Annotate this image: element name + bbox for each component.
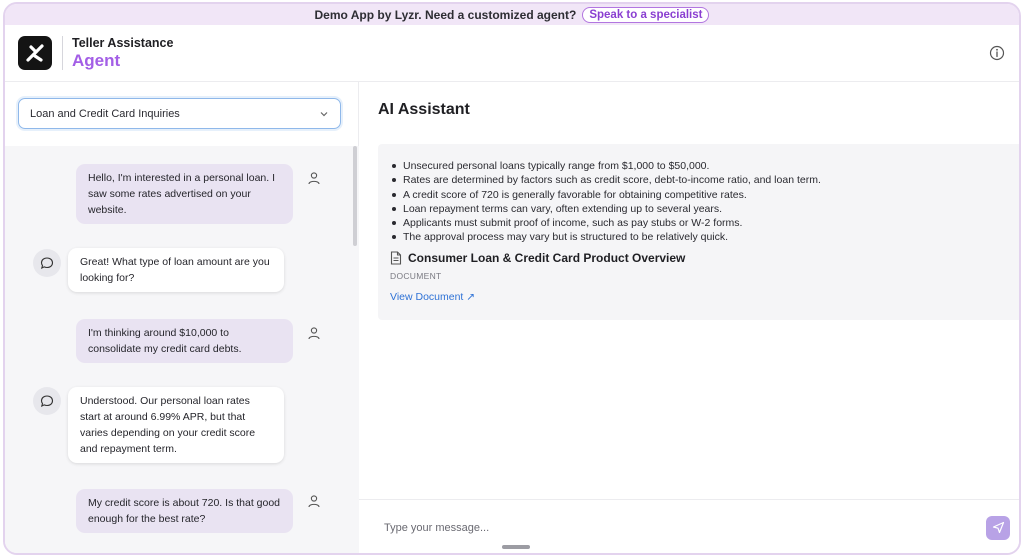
answer-bullet-list: Unsecured personal loans typically range… <box>390 159 1014 245</box>
assistant-panel-title: AI Assistant <box>378 101 470 118</box>
chat-bubble-icon <box>40 395 54 408</box>
assistant-message: Great! What type of loan amount are you … <box>68 248 284 292</box>
chevron-down-icon <box>320 111 328 116</box>
home-indicator <box>502 545 530 549</box>
app-title-line2: Agent <box>72 50 121 70</box>
send-button[interactable] <box>986 515 1010 540</box>
assistant-avatar <box>33 249 61 277</box>
info-icon[interactable] <box>989 45 1005 61</box>
chat-bubble-icon <box>40 257 54 270</box>
document-title: Consumer Loan & Credit Card Product Over… <box>408 250 686 265</box>
document-icon <box>390 251 402 265</box>
answer-bullet: The approval process may vary but is str… <box>390 230 1014 244</box>
chat-history[interactable]: Hello, I'm interested in a personal loan… <box>5 146 359 553</box>
banner-text: Demo App by Lyzr. Need a customized agen… <box>314 7 577 22</box>
app-frame: Demo App by Lyzr. Need a customized agen… <box>3 2 1021 555</box>
document-label: DOCUMENT <box>390 270 442 281</box>
promo-banner: Demo App by Lyzr. Need a customized agen… <box>5 4 1019 25</box>
answer-bullet: Rates are determined by factors such as … <box>390 173 1014 187</box>
user-message: My credit score is about 720. Is that go… <box>76 489 293 533</box>
assistant-answer: Unsecured personal loans typically range… <box>378 144 1019 320</box>
topic-select-value: Loan and Credit Card Inquiries <box>30 107 180 120</box>
assistant-panel: AI Assistant Unsecured personal loans ty… <box>359 82 1019 553</box>
answer-bullet: A credit score of 720 is generally favor… <box>390 188 1014 202</box>
topic-select[interactable]: Loan and Credit Card Inquiries <box>18 98 341 129</box>
answer-bullet: Loan repayment terms can vary, often ext… <box>390 202 1014 216</box>
speak-to-specialist-button[interactable]: Speak to a specialist <box>582 6 710 23</box>
user-icon <box>302 489 326 513</box>
assistant-avatar <box>33 387 61 415</box>
user-icon <box>302 166 326 190</box>
app-title-line1: Teller Assistance <box>72 36 174 51</box>
chat-scrollbar[interactable] <box>353 146 357 246</box>
app-header: Teller Assistance Agent <box>5 25 1019 82</box>
answer-bullet: Unsecured personal loans typically range… <box>390 159 1014 173</box>
header-divider <box>62 36 63 70</box>
source-document: Consumer Loan & Credit Card Product Over… <box>390 251 1014 265</box>
user-message: Hello, I'm interested in a personal loan… <box>76 164 293 224</box>
app-title: Teller Assistance Agent <box>72 37 173 69</box>
chat-panel: Loan and Credit Card Inquiries Hello, I'… <box>5 82 359 553</box>
message-composer <box>359 499 1019 553</box>
assistant-message: Understood. Our personal loan rates star… <box>68 387 284 463</box>
answer-bullet: Applicants must submit proof of income, … <box>390 216 1014 230</box>
send-icon <box>992 521 1004 534</box>
view-document-link[interactable]: View Document ↗ <box>390 291 1014 303</box>
user-message: I'm thinking around $10,000 to consolida… <box>76 319 293 363</box>
main-content: Loan and Credit Card Inquiries Hello, I'… <box>5 82 1019 553</box>
user-icon <box>302 321 326 345</box>
message-input[interactable] <box>384 521 944 534</box>
lyzr-logo-icon <box>18 36 52 70</box>
